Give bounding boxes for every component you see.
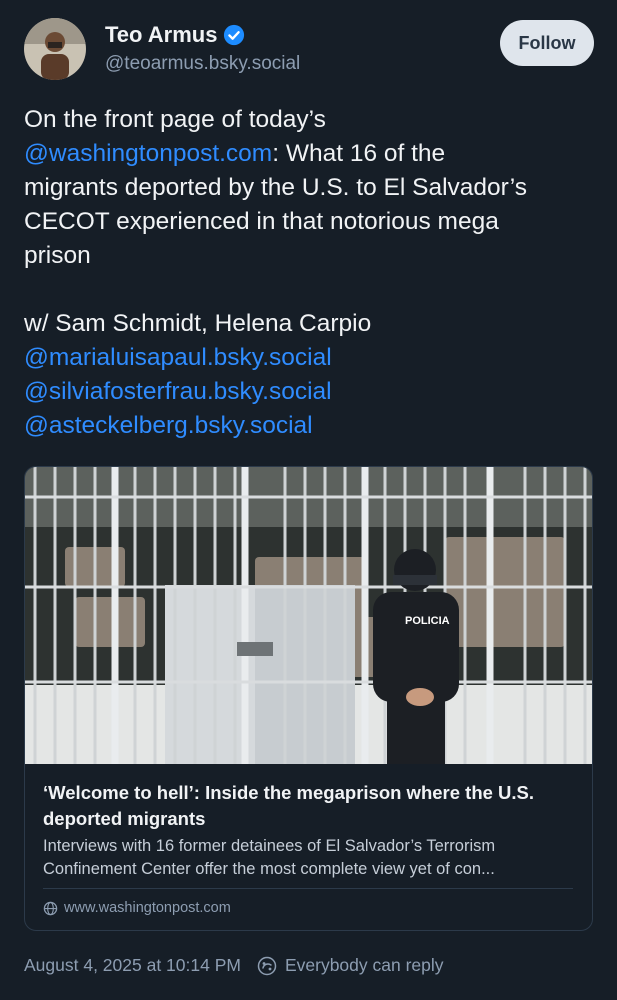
avatar[interactable] <box>24 18 86 80</box>
card-image: POLICIA <box>25 467 592 764</box>
post-line: @washingtonpost.com: What 16 of the <box>24 137 599 171</box>
reply-settings[interactable]: Everybody can reply <box>257 955 444 976</box>
post-line-text: : What 16 of the <box>272 140 446 167</box>
post-header: Teo Armus @teoarmus.bsky.social Follow <box>24 18 594 82</box>
police-label: POLICIA <box>405 615 450 627</box>
post-line: CECOT experienced in that notorious mega <box>24 208 499 235</box>
mention-link[interactable]: @silviafosterfrau.bsky.social <box>24 375 599 409</box>
post-line: On the front page of today’s <box>24 106 326 133</box>
display-name[interactable]: Teo Armus <box>105 22 217 48</box>
card-divider <box>43 888 573 889</box>
reply-settings-label: Everybody can reply <box>284 955 444 975</box>
globe-icon <box>43 901 58 915</box>
card-domain: www.washingtonpost.com <box>64 900 231 916</box>
card-description: Interviews with 16 former detainees of E… <box>43 835 583 881</box>
post-footer: August 4, 2025 at 10:14 PM Everybody can… <box>24 955 444 976</box>
name-row: Teo Armus <box>105 22 245 48</box>
verified-badge-icon <box>224 24 245 46</box>
post-text: On the front page of today’s @washington… <box>24 103 599 443</box>
timestamp[interactable]: August 4, 2025 at 10:14 PM <box>24 955 241 976</box>
card-source: www.washingtonpost.com <box>43 900 231 916</box>
author-handle[interactable]: @teoarmus.bsky.social <box>105 53 300 75</box>
card-title[interactable]: ‘Welcome to hell’: Inside the megaprison… <box>43 780 583 832</box>
link-card[interactable]: POLICIA ‘Welcome to hell’: Inside the me… <box>24 466 593 931</box>
follow-button[interactable]: Follow <box>500 20 594 66</box>
card-desc-line: Interviews with 16 former detainees of E… <box>43 837 496 855</box>
reply-settings-icon <box>257 956 277 975</box>
mention-link[interactable]: @marialuisapaul.bsky.social <box>24 341 599 375</box>
card-desc-line: Confinement Center offer the most comple… <box>43 860 495 878</box>
post-line: w/ Sam Schmidt, Helena Carpio <box>24 310 372 337</box>
mention-link[interactable]: @asteckelberg.bsky.social <box>24 409 599 443</box>
post-line: migrants deported by the U.S. to El Salv… <box>24 174 527 201</box>
mention-link[interactable]: @washingtonpost.com <box>24 140 272 167</box>
post-line: prison <box>24 242 91 269</box>
